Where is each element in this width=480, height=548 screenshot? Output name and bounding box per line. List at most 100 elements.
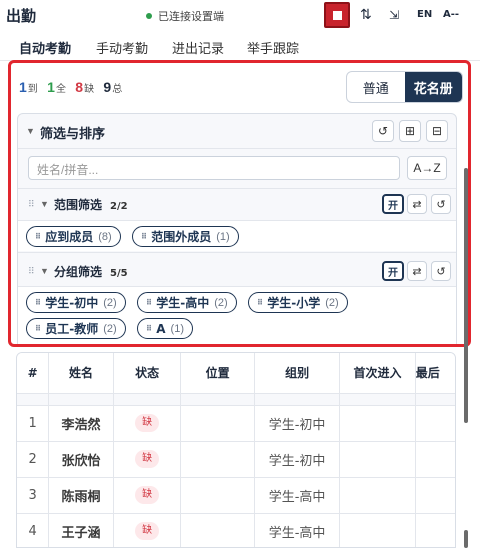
- absent-badge: 缺: [135, 522, 160, 540]
- normal-view-button[interactable]: 普通: [347, 72, 405, 102]
- row-last: [415, 477, 455, 514]
- attendance-table: # 姓名 状态 位置 组别 首次进入 最后 1 李浩然 缺 学生-初中 2 张欣…: [16, 352, 456, 548]
- chip-label: 学生-小学: [267, 296, 321, 310]
- language-button[interactable]: EN: [417, 9, 432, 20]
- collapse-all-icon[interactable]: ⊟: [426, 120, 448, 142]
- divider: [18, 188, 456, 189]
- chip-label: 学生-高中: [156, 296, 210, 310]
- chip-count: (2): [325, 296, 339, 309]
- attendance-filter-panel: 1到 1全 8缺 9总 普通 花名册 ▼ 筛选与排序 ↺ ⊞ ⊟ 姓名/拼音..…: [8, 60, 471, 347]
- chip-count: (1): [216, 230, 230, 243]
- group-chip-a[interactable]: ⠿ A (1): [137, 318, 193, 339]
- view-mode-toggle: 普通 花名册: [346, 71, 463, 103]
- row-last: [415, 513, 455, 547]
- arrived-count: 1: [19, 79, 27, 95]
- chip-count: (2): [103, 322, 117, 335]
- row-group: 学生-初中: [254, 405, 341, 442]
- group-filter-count: 5/5: [110, 268, 128, 279]
- sort-az-button[interactable]: A→Z: [407, 156, 447, 180]
- filter-sort-box: ▼ 筛选与排序 ↺ ⊞ ⊟ 姓名/拼音... A→Z ⠿ ▼ 范围筛选 2/2 开…: [17, 113, 457, 344]
- group-reset-icon[interactable]: ↺: [431, 261, 451, 281]
- row-group: 学生-初中: [254, 441, 341, 478]
- tab-hand-raise-tracking[interactable]: 举手跟踪: [247, 38, 299, 57]
- scope-reset-icon[interactable]: ↺: [431, 194, 451, 214]
- drag-handle-icon[interactable]: ⠿: [28, 199, 35, 210]
- drag-handle-icon: ⠿: [141, 232, 148, 241]
- group-filter-toggle[interactable]: 开: [382, 261, 404, 281]
- drag-handle-icon[interactable]: ⠿: [28, 266, 35, 277]
- chip-label: 员工-教师: [45, 322, 99, 336]
- table-header-row: # 姓名 状态 位置 组别 首次进入 最后: [17, 353, 455, 394]
- chip-count: (8): [98, 230, 112, 243]
- scope-filter-toggle[interactable]: 开: [382, 194, 404, 214]
- row-name: 张欣怡: [48, 441, 114, 478]
- search-input[interactable]: 姓名/拼音...: [28, 156, 400, 180]
- total-label: 总: [112, 84, 123, 95]
- chip-label: 范围外成员: [151, 230, 212, 244]
- total-count: 9: [103, 79, 112, 95]
- chip-label: 学生-初中: [45, 296, 99, 310]
- table-row[interactable]: 4 王子涵 缺 学生-高中: [17, 513, 455, 547]
- column-header-group[interactable]: 组别: [254, 353, 341, 394]
- filter-sort-title: 筛选与排序: [40, 127, 106, 142]
- drag-handle-icon: ⠿: [146, 298, 153, 307]
- row-status: 缺: [113, 513, 182, 547]
- filter-sort-header[interactable]: ▼ 筛选与排序 ↺ ⊞ ⊟: [18, 114, 456, 148]
- divider: [18, 148, 456, 149]
- row-name: 陈雨桐: [48, 477, 114, 514]
- row-group: 学生-高中: [254, 477, 341, 514]
- tab-auto-attendance[interactable]: 自动考勤: [19, 38, 71, 57]
- table-row[interactable]: 1 李浩然 缺 学生-初中: [17, 405, 455, 442]
- expand-all-icon[interactable]: ⊞: [399, 120, 421, 142]
- scope-chip-expected-members[interactable]: ⠿ 应到成员 (8): [26, 226, 121, 247]
- collapse-triangle-icon[interactable]: ▼: [40, 266, 49, 276]
- roster-view-button[interactable]: 花名册: [404, 72, 462, 102]
- scrollbar-thumb-lower[interactable]: [464, 530, 468, 548]
- column-header-location[interactable]: 位置: [180, 353, 255, 394]
- chip-count: (2): [103, 296, 117, 309]
- tab-entry-exit-records[interactable]: 进出记录: [172, 38, 224, 57]
- collapse-icon[interactable]: ⇲: [389, 8, 399, 22]
- row-first-entry: [339, 477, 416, 514]
- group-filter-label: 分组筛选: [54, 265, 103, 279]
- stop-button[interactable]: [324, 2, 350, 28]
- reset-icon[interactable]: ↺: [372, 120, 394, 142]
- group-invert-icon[interactable]: ⇄: [407, 261, 427, 281]
- column-header-last[interactable]: 最后: [415, 353, 455, 394]
- row-number: 1: [17, 405, 50, 442]
- scope-invert-icon[interactable]: ⇄: [407, 194, 427, 214]
- row-first-entry: [339, 441, 416, 478]
- table-row[interactable]: 3 陈雨桐 缺 学生-高中: [17, 477, 455, 514]
- app-header: 出勤 已连接设置端 ⇅ ⇲ EN A--: [0, 0, 480, 30]
- row-number: 2: [17, 441, 50, 478]
- chip-count: (1): [170, 322, 184, 335]
- column-header-first-entry[interactable]: 首次进入: [339, 353, 416, 394]
- row-location: [180, 405, 255, 442]
- chip-label: A: [156, 321, 166, 336]
- row-first-entry: [339, 513, 416, 547]
- group-chip-staff-teacher[interactable]: ⠿ 员工-教师 (2): [26, 318, 126, 339]
- drag-handle-icon: ⠿: [35, 232, 42, 241]
- row-number: 4: [17, 513, 50, 547]
- table-spacer-row: [17, 393, 455, 406]
- collapse-triangle-icon[interactable]: ▼: [26, 126, 35, 136]
- collapse-triangle-icon[interactable]: ▼: [40, 199, 49, 209]
- tab-manual-attendance[interactable]: 手动考勤: [96, 38, 148, 57]
- row-location: [180, 477, 255, 514]
- table-row[interactable]: 2 张欣怡 缺 学生-初中: [17, 441, 455, 478]
- sort-toggle-icon[interactable]: ⇅: [360, 6, 372, 23]
- drag-handle-icon: ⠿: [35, 298, 42, 307]
- font-size-button[interactable]: A--: [443, 9, 459, 20]
- group-chip-junior-high[interactable]: ⠿ 学生-初中 (2): [26, 292, 126, 313]
- group-chip-senior-high[interactable]: ⠿ 学生-高中 (2): [137, 292, 237, 313]
- full-count: 1: [47, 79, 55, 95]
- column-header-status[interactable]: 状态: [113, 353, 182, 394]
- column-header-number[interactable]: #: [17, 353, 50, 394]
- column-header-name[interactable]: 姓名: [48, 353, 114, 394]
- scope-chip-out-of-scope-members[interactable]: ⠿ 范围外成员 (1): [132, 226, 239, 247]
- drag-handle-icon: ⠿: [257, 298, 264, 307]
- group-chip-primary[interactable]: ⠿ 学生-小学 (2): [248, 292, 348, 313]
- connection-status: 已连接设置端: [146, 8, 224, 24]
- chip-count: (2): [214, 296, 228, 309]
- scrollbar-thumb[interactable]: [464, 168, 468, 423]
